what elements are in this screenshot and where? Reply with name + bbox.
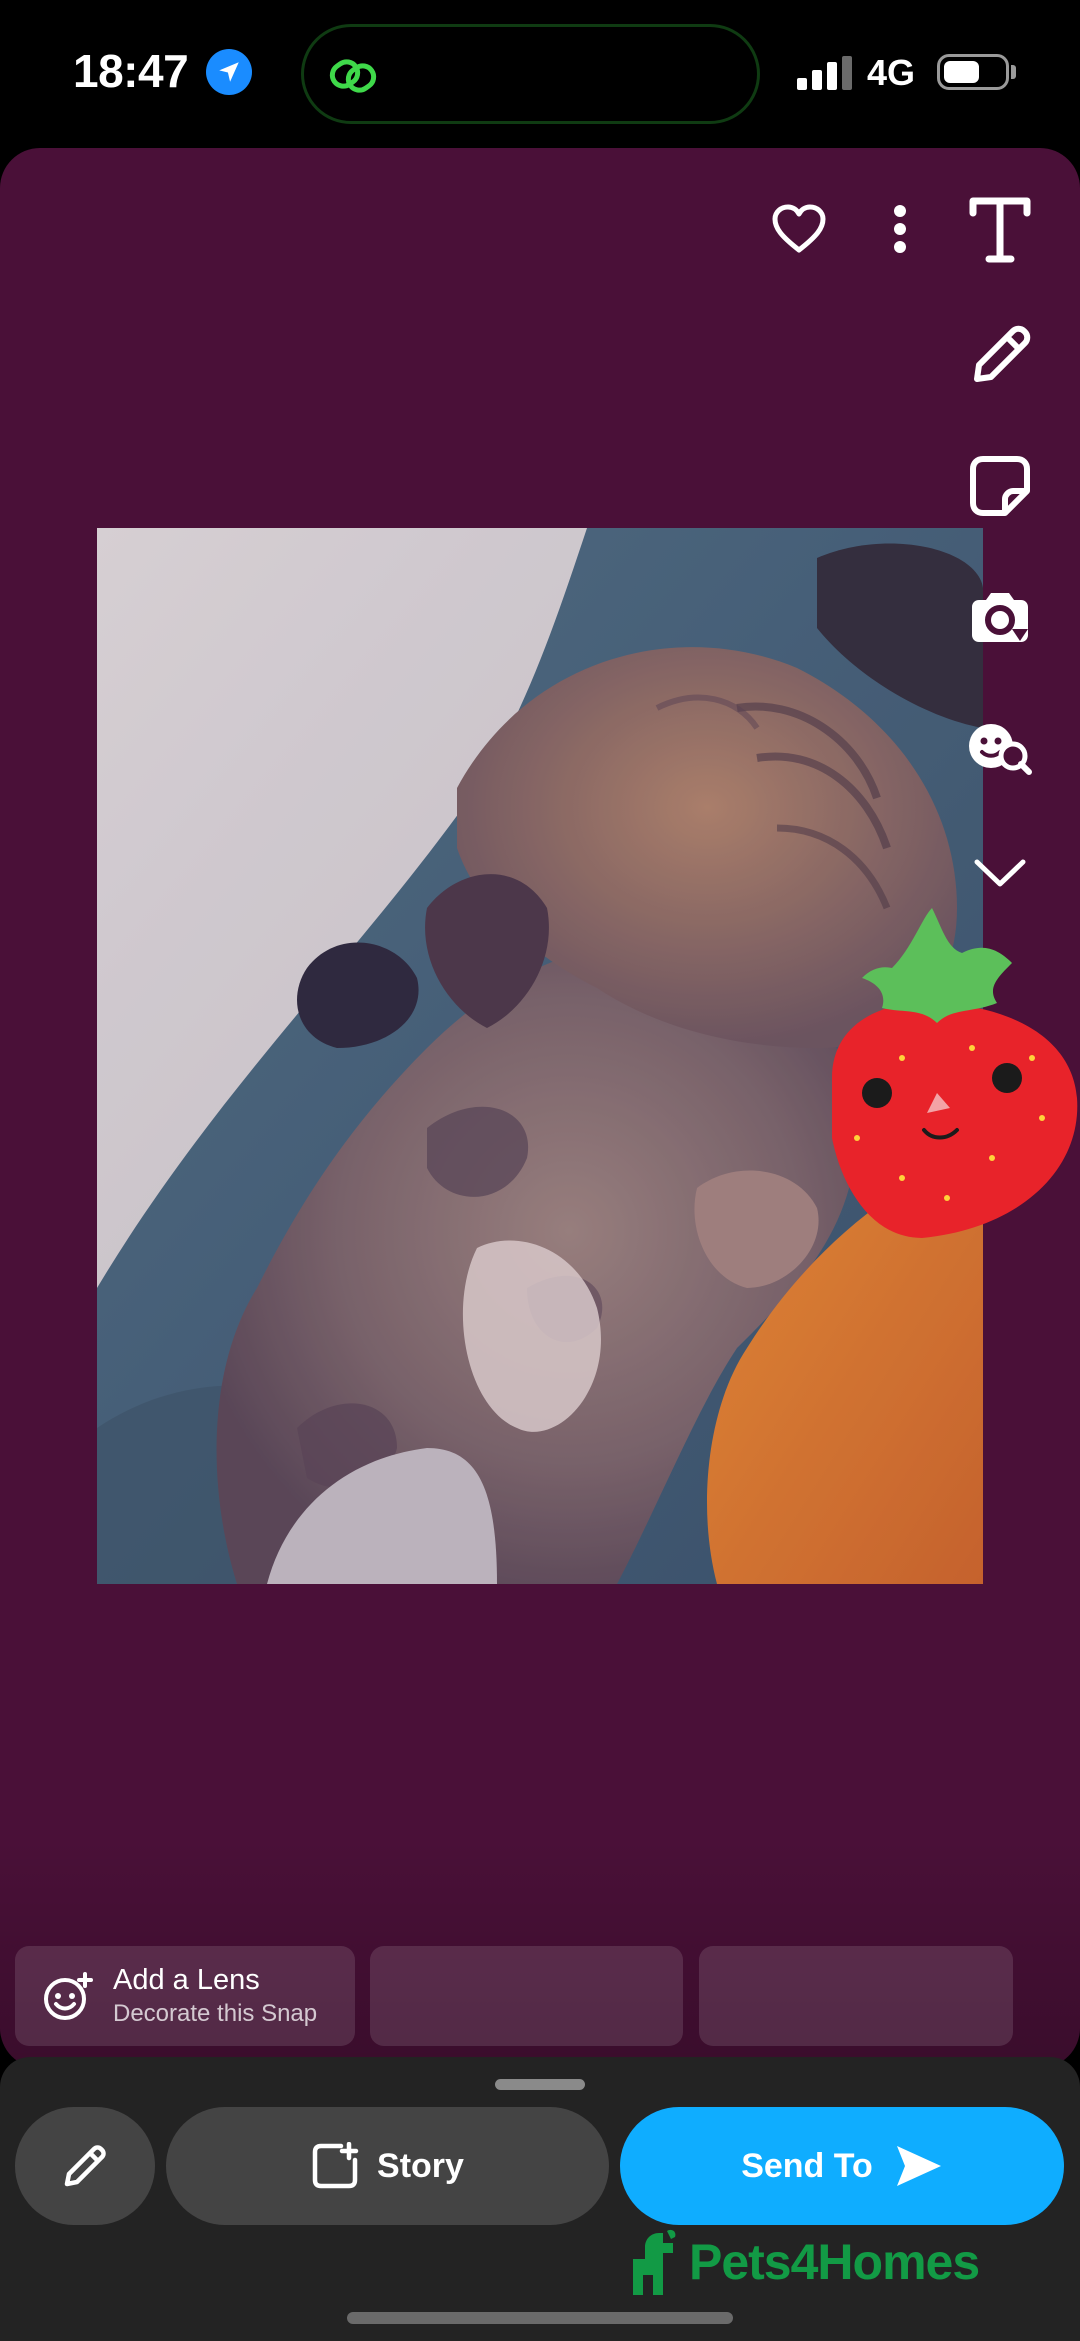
strawberry-sticker[interactable] bbox=[772, 908, 1080, 1248]
sticker-tool-button[interactable] bbox=[962, 448, 1038, 524]
add-lens-title: Add a Lens bbox=[113, 1964, 260, 1996]
home-indicator[interactable] bbox=[347, 2312, 733, 2324]
add-lens-button[interactable]: Add a Lens Decorate this Snap bbox=[15, 1946, 355, 2046]
edit-button[interactable] bbox=[15, 2107, 155, 2225]
pencil-icon bbox=[974, 325, 1031, 382]
more-button[interactable] bbox=[880, 198, 920, 260]
heart-icon bbox=[772, 204, 826, 253]
status-time: 18:47 bbox=[73, 45, 189, 97]
send-arrow-icon bbox=[896, 2146, 941, 2186]
add-lens-subtitle: Decorate this Snap bbox=[113, 2000, 318, 2027]
send-to-button[interactable]: Send To bbox=[620, 2107, 1064, 2225]
text-tool-button[interactable] bbox=[962, 192, 1038, 268]
battery-icon bbox=[937, 54, 1009, 90]
favorite-button[interactable] bbox=[768, 198, 830, 260]
watermark: Pets4Homes bbox=[627, 2227, 980, 2297]
text-tool-icon bbox=[969, 197, 1031, 263]
pets4homes-logo-icon bbox=[633, 2229, 676, 2295]
send-to-label: Send To bbox=[741, 2146, 873, 2185]
add-story-icon bbox=[312, 2142, 359, 2189]
story-label: Story bbox=[377, 2146, 464, 2185]
status-bar: 18:47 4G bbox=[0, 0, 1080, 150]
sheet-grabber[interactable] bbox=[495, 2079, 585, 2090]
link-icon bbox=[329, 59, 377, 93]
camera-flip-button[interactable] bbox=[962, 580, 1038, 656]
expand-tools-button[interactable] bbox=[962, 848, 1038, 898]
pencil-icon bbox=[64, 2145, 106, 2187]
camera-flip-icon bbox=[972, 593, 1028, 642]
draw-tool-button[interactable] bbox=[962, 318, 1038, 394]
chevron-down-icon bbox=[974, 859, 1026, 887]
add-lens-text: Add a Lens Decorate this Snap bbox=[113, 1962, 317, 2030]
more-icon bbox=[894, 205, 906, 253]
lens-search-icon bbox=[969, 724, 1032, 775]
dynamic-island[interactable] bbox=[301, 24, 760, 124]
watermark-text: Pets4Homes bbox=[689, 2234, 980, 2290]
network-type: 4G bbox=[867, 52, 916, 93]
story-button[interactable]: Story bbox=[166, 2107, 609, 2225]
lens-explorer-button[interactable] bbox=[962, 710, 1038, 786]
lens-slot[interactable] bbox=[699, 1946, 1013, 2046]
location-arrow-icon bbox=[206, 49, 252, 95]
lens-slot[interactable] bbox=[370, 1946, 683, 2046]
battery-cap bbox=[1011, 65, 1016, 79]
battery-fill bbox=[944, 61, 979, 83]
sticker-icon bbox=[970, 456, 1030, 516]
bottom-action-bar: Story Send To Pets4Homes bbox=[0, 2057, 1080, 2341]
snap-canvas[interactable] bbox=[0, 148, 1080, 2068]
add-lens-icon bbox=[44, 1972, 93, 2020]
signal-icon bbox=[797, 56, 853, 90]
